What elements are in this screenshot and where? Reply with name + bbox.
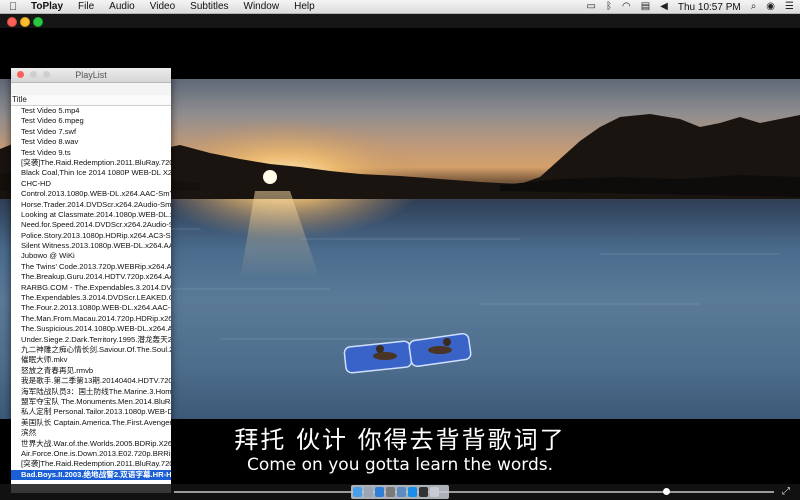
playlist-item[interactable]: RARBG.COM - The.Expendables.3.2014.DVD bbox=[11, 283, 171, 293]
playlist-item[interactable]: 催眠大师.mkv bbox=[11, 355, 171, 365]
finder-icon[interactable] bbox=[353, 487, 362, 497]
playlist-minimize-button[interactable] bbox=[30, 71, 37, 78]
playlist-window: PlayList Title Test Video 5.mp4 Test Vide… bbox=[11, 68, 171, 493]
flag-icon[interactable]: ▤ bbox=[641, 0, 650, 14]
playlist-item[interactable]: [突袭]The.Raid.Redemption.2011.BluRay.720p bbox=[11, 459, 171, 469]
playlist-item[interactable]: 盟军夺宝队 The.Monuments.Men.2014.BluRay bbox=[11, 397, 171, 407]
playlist-item[interactable]: The.Suspicious.2014.1080p.WEB-DL.x264.AA bbox=[11, 324, 171, 334]
playlist-item[interactable]: The.Man.From.Macau.2014.720p.HDRip.x264 bbox=[11, 314, 171, 324]
safari-icon[interactable] bbox=[375, 487, 384, 497]
playlist-item[interactable]: 海军陆战队员3：国土防线The.Marine.3.Homefr bbox=[11, 387, 171, 397]
menu-file[interactable]: File bbox=[78, 0, 94, 14]
settings-icon[interactable] bbox=[386, 487, 395, 497]
minimize-window-button[interactable] bbox=[20, 17, 30, 27]
playlist-column-header-title[interactable]: Title bbox=[11, 95, 171, 106]
progress-track[interactable] bbox=[174, 491, 774, 493]
playlist-item[interactable]: 世界大战.War.of.the.Worlds.2005.BDRip.X264. bbox=[11, 439, 171, 449]
progress-knob[interactable] bbox=[663, 488, 670, 495]
playlist-item[interactable]: CHC-HD bbox=[11, 179, 171, 189]
player-titlebar bbox=[0, 14, 800, 28]
apple-menu-icon[interactable]:  bbox=[9, 0, 23, 14]
playlist-close-button[interactable] bbox=[17, 71, 24, 78]
playlist-item[interactable]: Test Video 5.mp4 bbox=[11, 106, 171, 116]
playlist-title: PlayList bbox=[75, 70, 107, 80]
playlist-item[interactable]: 九二神雕之痴心情长剑.Saviour.Of.The.Soul.2.1 bbox=[11, 345, 171, 355]
playlist-item[interactable]: 我是歌手.第二季第13期.20140404.HDTV.720p. bbox=[11, 376, 171, 386]
playlist-item[interactable]: Jubowo @ WiKi bbox=[11, 251, 171, 261]
playlist-item[interactable]: Air.Force.One.is.Down.2013.E02.720p.BRRi… bbox=[11, 449, 171, 459]
playlist-zoom-button[interactable] bbox=[43, 71, 50, 78]
menu-video[interactable]: Video bbox=[150, 0, 175, 14]
bluetooth-icon[interactable]: ᛒ bbox=[606, 0, 612, 14]
menu-audio[interactable]: Audio bbox=[109, 0, 135, 14]
playlist-item[interactable]: Test Video 7.swf bbox=[11, 127, 171, 137]
battery-icon[interactable]: ▭ bbox=[587, 0, 596, 14]
fullscreen-icon[interactable]: ⤢ bbox=[782, 486, 790, 497]
playlist-item[interactable]: The Twins' Code.2013.720p.WEBRip.x264.AA bbox=[11, 262, 171, 272]
menu-subtitles[interactable]: Subtitles bbox=[190, 0, 228, 14]
playlist-item[interactable]: Control.2013.1080p.WEB-DL.x264.AAC-SmY bbox=[11, 189, 171, 199]
playlist-item[interactable]: Looking at Classmate.2014.1080p.WEB-DL.x bbox=[11, 210, 171, 220]
playlist-item[interactable]: The.Expendables.3.2014.DVDScr.LEAKED.CLE bbox=[11, 293, 171, 303]
close-window-button[interactable] bbox=[7, 17, 17, 27]
toplay-icon[interactable] bbox=[408, 487, 417, 497]
playlist-item[interactable]: Test Video 8.wav bbox=[11, 137, 171, 147]
playlist-item[interactable]: Test Video 9.ts bbox=[11, 148, 171, 158]
dock bbox=[351, 485, 449, 499]
playlist-item[interactable]: Need.for.Speed.2014.DVDScr.x264.2Audio-S… bbox=[11, 220, 171, 230]
playlist-item[interactable]: The.Four.2.2013.1080p.WEB-DL.x264.AAC-S bbox=[11, 303, 171, 313]
menu-window[interactable]: Window bbox=[244, 0, 280, 14]
playlist-item[interactable]: Black Coal,Thin Ice 2014 1080P WEB-DL X2… bbox=[11, 168, 171, 178]
playlist-toolbar bbox=[11, 83, 171, 95]
playlist-item[interactable]: [突袭]The.Raid.Redemption.2011.BluRay.720p bbox=[11, 158, 171, 168]
playlist-item[interactable]: The.Breakup.Guru.2014.HDTV.720p.x264.AA bbox=[11, 272, 171, 282]
menubar:  ToPlay File Audio Video Subtitles Wind… bbox=[0, 0, 800, 14]
playlist-item[interactable]: 美国队长 Captain.America.The.First.Avenger.2 bbox=[11, 418, 171, 428]
playlist-item-selected[interactable]: Bad.Boys.II.2003.绝地战警2.双语字幕.HR-HD bbox=[11, 469, 171, 481]
playlist-item[interactable]: Under.Siege.2.Dark.Territory.1995.潜龙轰天2. bbox=[11, 335, 171, 345]
menu-help[interactable]: Help bbox=[294, 0, 315, 14]
list-icon[interactable]: ☰ bbox=[785, 0, 794, 14]
playlist-list[interactable]: Test Video 5.mp4 Test Video 6.mpeg Test Vi… bbox=[11, 106, 171, 481]
playlist-item[interactable]: Horse.Trader.2014.DVDScr.x264.2Audio-SmY bbox=[11, 200, 171, 210]
menu-app-name[interactable]: ToPlay bbox=[31, 0, 63, 14]
playlist-item[interactable]: 滨然 bbox=[11, 428, 171, 438]
playlist-item[interactable]: Police.Story.2013.1080p.HDRip.x264.AC3-S… bbox=[11, 231, 171, 241]
volume-icon[interactable]: ◀ bbox=[660, 0, 668, 14]
zoom-window-button[interactable] bbox=[33, 17, 43, 27]
playlist-item[interactable]: Silent Witness.2013.1080p.WEB-DL.x264.AA bbox=[11, 241, 171, 251]
user-icon[interactable]: ◉ bbox=[766, 0, 775, 14]
search-icon[interactable]: ⌕ bbox=[751, 0, 757, 14]
playlist-item[interactable]: 怒放之青春再见.rmvb bbox=[11, 366, 171, 376]
playlist-item[interactable]: Test Video 6.mpeg bbox=[11, 116, 171, 126]
trash-icon[interactable] bbox=[430, 487, 439, 497]
playlist-item[interactable]: 私人定制 Personal.Tailor.2013.1080p.WEB-D bbox=[11, 407, 171, 417]
wifi-icon[interactable]: ◠ bbox=[622, 0, 631, 14]
launchpad-icon[interactable] bbox=[364, 487, 373, 497]
playlist-titlebar[interactable]: PlayList bbox=[11, 68, 171, 83]
preview-icon[interactable] bbox=[397, 487, 406, 497]
menubar-clock[interactable]: Thu 10:57 PM bbox=[678, 2, 741, 13]
terminal-icon[interactable] bbox=[419, 487, 428, 497]
menubar-tray: ▭ ᛒ ◠ ▤ ◀ Thu 10:57 PM ⌕ ◉ ☰ bbox=[577, 0, 794, 14]
